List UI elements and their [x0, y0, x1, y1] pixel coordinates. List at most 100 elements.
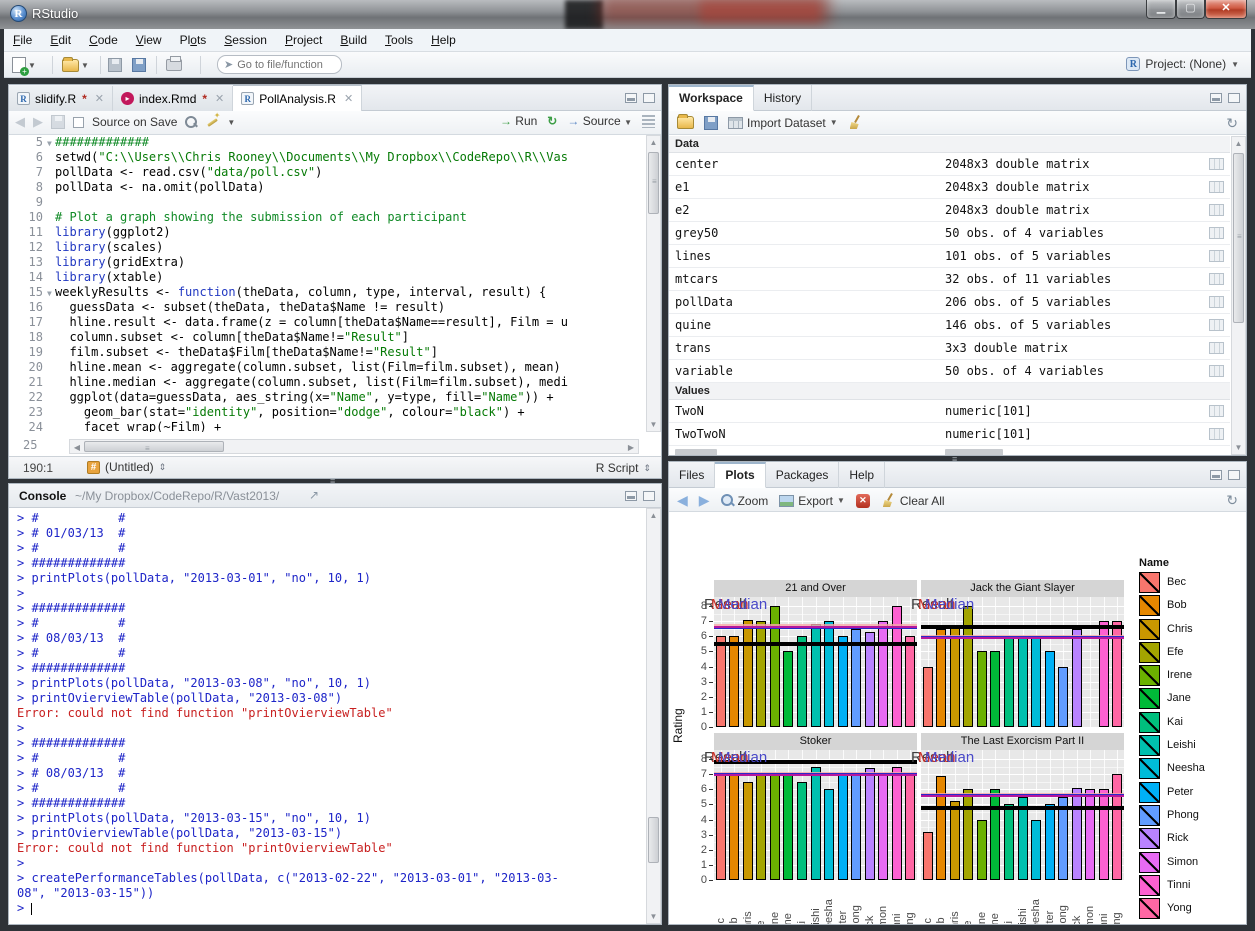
close-tab-icon[interactable]: ✕ [215, 92, 224, 105]
open-file-button[interactable]: ▼ [62, 55, 89, 75]
view-data-icon[interactable] [1209, 204, 1224, 216]
run-button[interactable]: → Run [500, 114, 537, 128]
menu-project[interactable]: Project [276, 29, 331, 47]
window-close-button[interactable]: ✕ [1205, 0, 1247, 19]
window-maximize-button[interactable]: ▢ [1176, 0, 1205, 19]
minimize-pane-icon[interactable] [625, 491, 637, 501]
menu-tools[interactable]: Tools [376, 29, 422, 47]
scroll-up-icon[interactable]: ▲ [647, 138, 660, 147]
tab-slidify.R[interactable]: Rslidify.R*✕ [9, 86, 113, 111]
view-data-icon[interactable] [1209, 365, 1224, 377]
maximize-pane-icon[interactable] [1228, 470, 1240, 480]
close-tab-icon[interactable]: ✕ [344, 92, 353, 105]
object-row[interactable]: center2048x3 double matrix [669, 153, 1230, 176]
tab-index.Rmd[interactable]: ▸index.Rmd*✕ [113, 86, 233, 111]
menu-session[interactable]: Session [215, 29, 276, 47]
view-data-icon[interactable] [1209, 319, 1224, 331]
maximize-pane-icon[interactable] [643, 93, 655, 103]
menu-file[interactable]: File [4, 29, 41, 47]
source-on-save-checkbox[interactable] [73, 117, 84, 128]
horizontal-splitter-grip[interactable]: ≡ [330, 476, 335, 486]
rerun-icon[interactable]: ↻ [547, 114, 557, 128]
menu-code[interactable]: Code [80, 29, 127, 47]
menu-view[interactable]: View [127, 29, 171, 47]
object-row[interactable]: mtcars32 obs. of 11 variables [669, 268, 1230, 291]
object-row[interactable]: grey5050 obs. of 4 variables [669, 222, 1230, 245]
scroll-down-icon[interactable]: ▼ [1232, 443, 1245, 452]
refresh-icon[interactable]: ↻ [1226, 115, 1238, 132]
clear-all-button[interactable]: Clear All [881, 493, 945, 508]
clear-workspace-broom-icon[interactable] [848, 115, 863, 130]
object-row[interactable]: e22048x3 double matrix [669, 199, 1230, 222]
view-data-icon[interactable] [1209, 428, 1224, 440]
maximize-pane-icon[interactable] [1228, 93, 1240, 103]
view-data-icon[interactable] [1209, 227, 1224, 239]
object-row[interactable]: trans3x3 double matrix [669, 337, 1230, 360]
document-outline-icon[interactable] [642, 115, 655, 128]
scrollbar-thumb[interactable]: ≡ [648, 152, 659, 214]
scroll-up-icon[interactable]: ▲ [647, 511, 660, 520]
workspace-vertical-scrollbar[interactable]: ▲ ≡ ▼ [1231, 136, 1246, 455]
save-all-button[interactable] [132, 55, 146, 75]
print-button[interactable] [166, 55, 182, 75]
save-workspace-icon[interactable] [704, 116, 718, 130]
editor-horizontal-scrollbar[interactable]: ◀ ≡ ▶ [69, 439, 639, 454]
object-row[interactable]: variable50 obs. of 4 variables [669, 360, 1230, 383]
scroll-up-icon[interactable]: ▲ [1232, 139, 1245, 148]
object-row[interactable]: TwoTwoNnumeric[101] [669, 423, 1230, 446]
menu-plots[interactable]: Plots [171, 29, 216, 47]
import-dataset-button[interactable]: Import Dataset ▼ [728, 116, 838, 130]
object-row[interactable]: lines101 obs. of 5 variables [669, 245, 1230, 268]
view-data-icon[interactable] [1209, 158, 1224, 170]
scroll-right-icon[interactable]: ▶ [627, 443, 635, 452]
horizontal-splitter-grip[interactable]: ≡ [952, 454, 957, 464]
console-output[interactable]: > # #> # 01/03/13 #> # #> #############>… [9, 508, 645, 924]
close-tab-icon[interactable]: ✕ [95, 92, 104, 105]
search-icon[interactable] [185, 116, 197, 128]
nav-forward-icon[interactable]: ▶ [33, 114, 43, 130]
save-button[interactable] [108, 55, 122, 75]
previous-plot-icon[interactable]: ◀ [677, 492, 688, 509]
fold-arrow-icon[interactable]: ▼ [47, 286, 55, 301]
open-in-new-icon[interactable]: ↗ [309, 488, 319, 502]
scroll-down-icon[interactable]: ▼ [647, 912, 660, 921]
next-plot-icon[interactable]: ▶ [699, 492, 710, 509]
menu-build[interactable]: Build [331, 29, 376, 47]
load-workspace-icon[interactable] [677, 116, 694, 129]
title-bar[interactable]: R RStudio ▁ ▢ ✕ [0, 0, 1255, 29]
window-minimize-button[interactable]: ▁ [1146, 0, 1176, 19]
tab-help[interactable]: Help [839, 462, 885, 488]
object-row[interactable]: TwoNnumeric[101] [669, 400, 1230, 423]
tab-workspace[interactable]: Workspace [669, 85, 754, 111]
view-data-icon[interactable] [1209, 250, 1224, 262]
remove-plot-icon[interactable]: ✕ [856, 494, 870, 508]
menu-help[interactable]: Help [422, 29, 465, 47]
goto-file-input[interactable] [237, 59, 332, 71]
code-tools-icon[interactable] [205, 115, 219, 129]
nav-back-icon[interactable]: ◀ [15, 114, 25, 130]
minimize-pane-icon[interactable] [1210, 470, 1222, 480]
view-data-icon[interactable] [1209, 405, 1224, 417]
menu-edit[interactable]: Edit [41, 29, 80, 47]
object-row[interactable]: pollData206 obs. of 5 variables [669, 291, 1230, 314]
refresh-icon[interactable]: ↻ [1226, 492, 1238, 509]
minimize-pane-icon[interactable] [1210, 93, 1222, 103]
view-data-icon[interactable] [1209, 273, 1224, 285]
scroll-down-icon[interactable]: ▼ [647, 420, 660, 429]
minimize-pane-icon[interactable] [625, 93, 637, 103]
console-vertical-scrollbar[interactable]: ▲ ▼ [646, 508, 661, 924]
project-menu-button[interactable]: R Project: (None) ▼ [1126, 57, 1239, 71]
save-icon[interactable] [51, 115, 65, 129]
code-editor-surface[interactable]: 5▼#############6setwd("C:\\Users\\Chris … [9, 135, 645, 432]
object-row[interactable]: quine146 obs. of 5 variables [669, 314, 1230, 337]
object-row[interactable]: e12048x3 double matrix [669, 176, 1230, 199]
view-data-icon[interactable] [1209, 181, 1224, 193]
scrollbar-thumb[interactable] [648, 817, 659, 863]
scrollbar-thumb[interactable]: ≡ [1233, 153, 1244, 323]
editor-vertical-scrollbar[interactable]: ▲ ≡ ▼ [646, 135, 661, 432]
goto-file-search[interactable]: ➤ [217, 55, 342, 74]
export-button[interactable]: Export ▼ [779, 494, 845, 508]
view-data-icon[interactable] [1209, 342, 1224, 354]
scrollbar-thumb[interactable]: ≡ [84, 441, 224, 452]
new-file-button[interactable]: + ▼ [12, 55, 36, 75]
